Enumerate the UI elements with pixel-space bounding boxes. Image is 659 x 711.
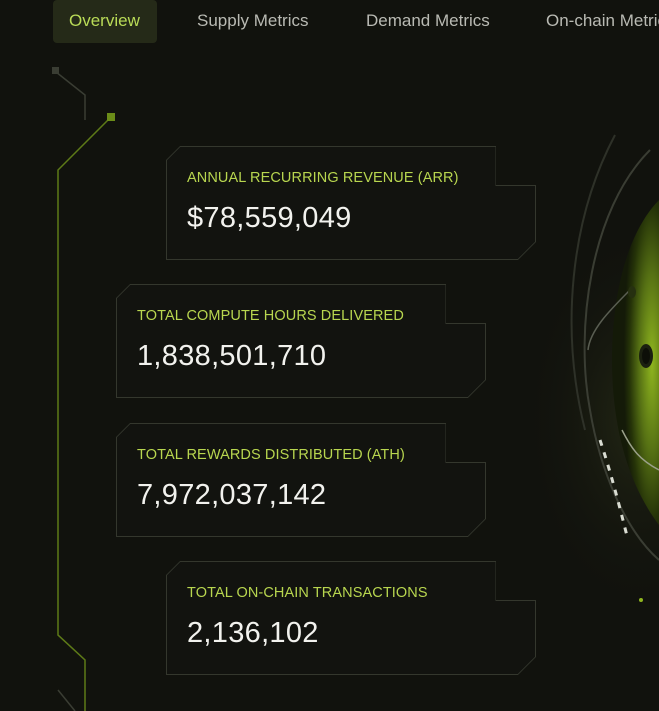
- metric-card-on-chain-transactions: TOTAL ON-CHAIN TRANSACTIONS 2,136,102: [166, 561, 536, 675]
- circuit-lines: [52, 67, 115, 711]
- tab-overview[interactable]: Overview: [53, 0, 157, 43]
- metric-label: TOTAL REWARDS DISTRIBUTED (ATH): [137, 447, 405, 463]
- tab-on-chain-metrics[interactable]: On-chain Metrics: [546, 0, 659, 43]
- metric-card-arr: ANNUAL RECURRING REVENUE (ARR) $78,559,0…: [166, 146, 536, 260]
- metric-label: TOTAL COMPUTE HOURS DELIVERED: [137, 308, 404, 324]
- metric-label: TOTAL ON-CHAIN TRANSACTIONS: [187, 585, 428, 601]
- tab-demand-metrics[interactable]: Demand Metrics: [366, 0, 490, 43]
- metric-value: 7,972,037,142: [137, 479, 327, 511]
- tab-bar: Overview Supply Metrics Demand Metrics O…: [0, 0, 659, 44]
- tab-supply-metrics[interactable]: Supply Metrics: [197, 0, 308, 43]
- metric-value: 2,136,102: [187, 617, 319, 649]
- metric-label: ANNUAL RECURRING REVENUE (ARR): [187, 170, 459, 186]
- metric-card-rewards-distributed: TOTAL REWARDS DISTRIBUTED (ATH) 7,972,03…: [116, 423, 486, 537]
- metric-card-compute-hours: TOTAL COMPUTE HOURS DELIVERED 1,838,501,…: [116, 284, 486, 398]
- metric-value: 1,838,501,710: [137, 340, 327, 372]
- metric-value: $78,559,049: [187, 202, 352, 234]
